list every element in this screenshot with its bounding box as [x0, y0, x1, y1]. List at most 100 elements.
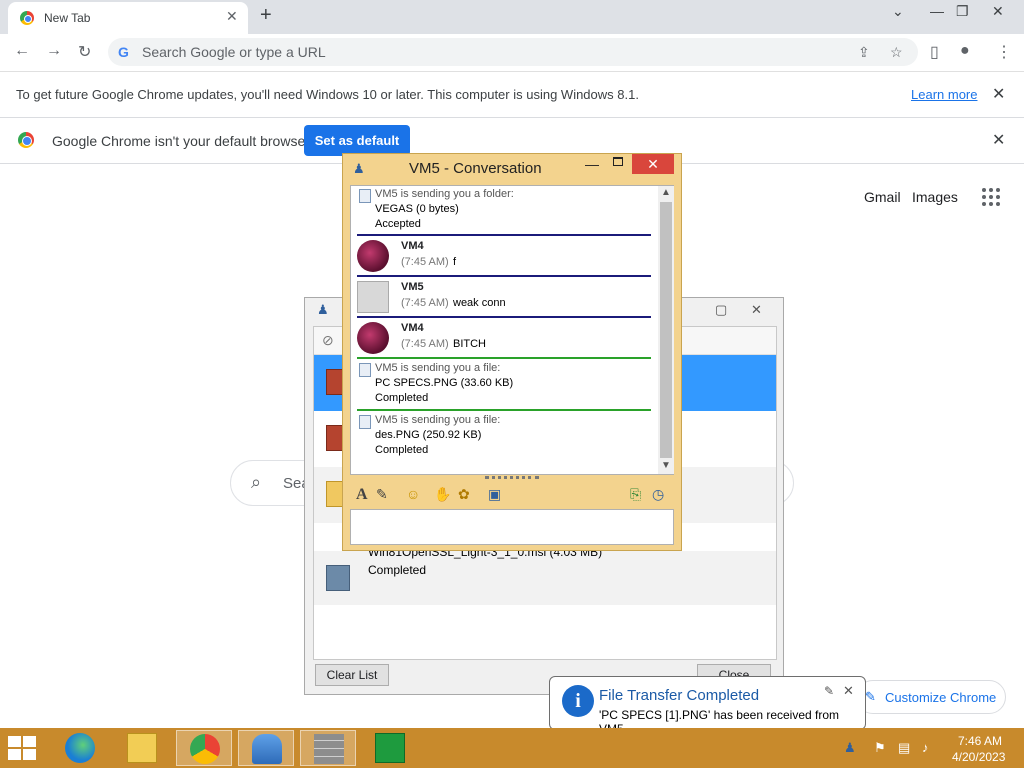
notice-file[interactable]: VEGAS (0 bytes): [375, 203, 459, 215]
back-icon[interactable]: ←: [14, 42, 30, 60]
notice-file[interactable]: des.PNG (250.92 KB): [375, 429, 481, 441]
tab-new-tab[interactable]: New Tab ✕: [8, 2, 248, 34]
message-divider: [357, 316, 651, 318]
message-input[interactable]: [350, 509, 674, 545]
update-infobar-text: To get future Google Chrome updates, you…: [16, 87, 639, 102]
scroll-down-icon[interactable]: ▼: [661, 460, 671, 471]
file-transfer-notification[interactable]: i File Transfer Completed 'PC SPECS [1].…: [549, 676, 866, 739]
gmail-link[interactable]: Gmail: [864, 189, 901, 205]
transfer-status: Completed: [368, 563, 427, 577]
messenger-tray-icon[interactable]: ♟: [844, 740, 856, 756]
profile-avatar-icon[interactable]: ●: [960, 42, 970, 60]
minimize-icon[interactable]: —: [585, 156, 599, 172]
close-window-icon[interactable]: ✕: [992, 3, 1004, 20]
taskbar-file-explorer[interactable]: [114, 730, 170, 766]
notice-heading: VM5 is sending you a folder:: [375, 188, 514, 200]
transfer-notice: VM5 is sending you a file: PC SPECS.PNG …: [357, 362, 653, 408]
scrollbar-thumb[interactable]: [660, 202, 672, 458]
notice-file[interactable]: PC SPECS.PNG (33.60 KB): [375, 377, 513, 389]
history-scrollbar[interactable]: ▲ ▼: [658, 186, 674, 474]
conversation-window: ♟ VM5 - Conversation — ✕ VM5 is sending …: [342, 153, 682, 551]
default-browser-text: Google Chrome isn't your default browser: [52, 133, 310, 149]
menu-kebab-icon[interactable]: ⋮: [996, 42, 1012, 62]
customize-chrome-label: Customize Chrome: [885, 690, 997, 705]
tab-close-icon[interactable]: ✕: [226, 8, 238, 25]
history-icon[interactable]: ◷: [652, 486, 664, 503]
share-icon[interactable]: ⇪: [858, 44, 870, 61]
save-icon[interactable]: ▣: [488, 486, 501, 503]
chrome-icon: [190, 734, 220, 764]
message-sender: VM5: [401, 281, 424, 293]
avatar: [357, 281, 389, 313]
scroll-up-icon[interactable]: ▲: [661, 187, 671, 198]
tab-title: New Tab: [44, 11, 91, 25]
installer-package-icon: [326, 565, 350, 591]
notice-status: Completed: [375, 444, 429, 456]
message-item: VM4 (7:45 AM) BITCH: [357, 320, 653, 358]
messenger-icon: [252, 734, 282, 764]
side-panel-icon[interactable]: ▯: [930, 42, 939, 62]
clock-time[interactable]: 7:46 AM: [958, 734, 1002, 748]
font-icon[interactable]: A: [356, 486, 368, 504]
address-input[interactable]: Search Google or type a URL: [142, 44, 326, 60]
ft-maximize-icon[interactable]: ▢: [715, 302, 727, 318]
update-infobar: To get future Google Chrome updates, you…: [0, 72, 1024, 118]
conversation-title: VM5 - Conversation: [409, 160, 542, 177]
message-text: f: [453, 256, 457, 268]
message-divider: [357, 275, 651, 277]
avatar: [357, 322, 389, 354]
cancel-icon[interactable]: ⊘: [322, 332, 334, 349]
taskbar-firewall[interactable]: [300, 730, 356, 766]
close-icon[interactable]: ✕: [632, 154, 674, 174]
taskbar-edge[interactable]: [52, 730, 108, 766]
close-infobar-icon[interactable]: ✕: [992, 130, 1005, 150]
nudge-icon[interactable]: ✋: [434, 486, 451, 503]
resize-grip[interactable]: [485, 476, 539, 480]
close-infobar-icon[interactable]: ✕: [992, 84, 1005, 104]
send-file-icon[interactable]: ⎘: [630, 486, 641, 503]
conversation-titlebar[interactable]: ♟ VM5 - Conversation — ✕: [343, 154, 681, 182]
transfer-notice: VM5 is sending you a folder: VEGAS (0 by…: [357, 188, 653, 232]
forward-icon[interactable]: →: [46, 42, 62, 60]
tab-strip: New Tab ✕ + ⌄ — ❐ ✕: [0, 0, 1024, 34]
transfer-notice: VM5 is sending you a file: des.PNG (250.…: [357, 414, 653, 460]
bookmark-star-icon[interactable]: ☆: [890, 44, 903, 61]
chrome-toolbar: ← → ↻ G Search Google or type a URL ⇪ ☆ …: [0, 34, 1024, 72]
customize-chrome-button[interactable]: ✎ Customize Chrome: [856, 680, 1006, 714]
clock-date[interactable]: 4/20/2023: [952, 750, 1005, 764]
taskbar-store[interactable]: [362, 730, 418, 766]
maximize-icon[interactable]: [613, 157, 623, 166]
notification-close-icon[interactable]: ✕: [843, 683, 854, 699]
taskbar-messenger[interactable]: [238, 730, 294, 766]
ft-close-icon[interactable]: ✕: [751, 302, 762, 318]
taskbar-chrome[interactable]: [176, 730, 232, 766]
message-divider: [357, 234, 651, 236]
address-bar[interactable]: G Search Google or type a URL ⇪ ☆: [108, 38, 918, 66]
tab-search-icon[interactable]: ⌄: [892, 3, 904, 20]
action-center-flag-icon[interactable]: ⚑: [874, 740, 886, 756]
restore-icon[interactable]: ❐: [956, 3, 969, 20]
network-icon[interactable]: ▤: [898, 740, 910, 756]
new-tab-button[interactable]: +: [260, 4, 272, 27]
reload-icon[interactable]: ↻: [78, 42, 91, 62]
minimize-icon[interactable]: —: [930, 3, 944, 19]
set-as-default-button[interactable]: Set as default: [304, 125, 410, 156]
clear-list-button[interactable]: Clear List: [315, 664, 389, 686]
notice-status: Completed: [375, 392, 429, 404]
conversation-history: VM5 is sending you a folder: VEGAS (0 by…: [350, 185, 674, 475]
learn-more-link[interactable]: Learn more: [911, 87, 977, 102]
volume-muted-icon[interactable]: ♪: [922, 740, 929, 755]
taskbar: ♟ ⚑ ▤ ♪ 7:46 AM 4/20/2023: [0, 728, 1024, 768]
emoticon-icon[interactable]: ☺: [406, 486, 420, 502]
pencil-icon: ✎: [865, 689, 876, 704]
message-time: (7:45 AM): [401, 256, 449, 268]
wink-icon[interactable]: ✿: [458, 486, 470, 503]
message-text: weak conn: [453, 297, 506, 309]
settings-wrench-icon[interactable]: ✎: [824, 684, 834, 698]
images-link[interactable]: Images: [912, 189, 958, 205]
google-apps-icon[interactable]: [982, 188, 1000, 206]
text-effects-icon[interactable]: ✎: [376, 486, 388, 503]
transfer-row[interactable]: Win81OpenSSL_Light-3_1_0.msi (4.03 MB) C…: [314, 545, 776, 605]
start-windows-icon[interactable]: [8, 736, 38, 760]
messenger-app-icon: ♟: [317, 302, 329, 317]
